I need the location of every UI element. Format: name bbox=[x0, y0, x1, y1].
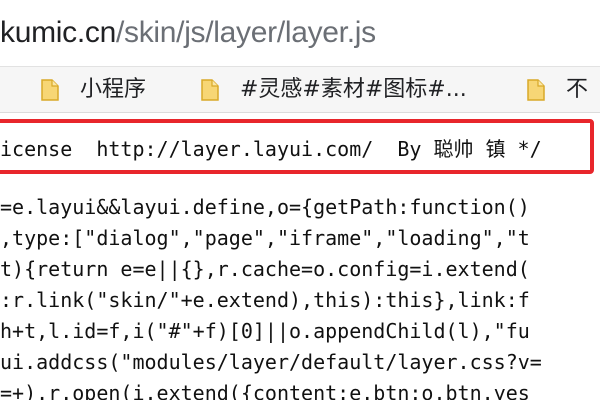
code-line: =e.layui&&layui.define,o={getPath:functi… bbox=[0, 195, 530, 219]
code-line: t){return e=e||{},r.cache=o.config=i.ext… bbox=[0, 257, 530, 281]
code-line: :r.link("skin/"+e.extend),this):this},li… bbox=[0, 288, 530, 312]
code-line: ,type:["dialog","page","iframe","loading… bbox=[0, 226, 530, 250]
url-text[interactable]: kumic.cn/skin/js/layer/layer.js bbox=[0, 14, 376, 52]
url-host: kumic.cn bbox=[0, 16, 116, 49]
browser-window: kumic.cn/skin/js/layer/layer.js 小程序 #灵感#… bbox=[0, 0, 600, 400]
bookmark-label: #灵感#素材#图标#... bbox=[240, 77, 467, 102]
url-path: /skin/js/layer/layer.js bbox=[115, 16, 376, 49]
bookmark-label: 不 bbox=[566, 77, 589, 102]
highlight-annotation-box bbox=[0, 119, 594, 174]
code-line: ui.addcss("modules/layer/default/layer.c… bbox=[0, 350, 542, 374]
bookmarks-bar: 小程序 #灵感#素材#图标#... 不 bbox=[0, 66, 600, 113]
code-line: =+).r.open(i.extend({content:e.btn:o.btn… bbox=[0, 381, 530, 400]
folder-icon bbox=[527, 79, 545, 101]
source-code-view: icense http://layer.layui.com/ By 聪帅 镇 *… bbox=[0, 112, 600, 400]
bookmark-label: 小程序 bbox=[80, 77, 147, 102]
folder-icon bbox=[41, 79, 59, 101]
address-bar[interactable]: kumic.cn/skin/js/layer/layer.js bbox=[0, 0, 600, 66]
folder-icon bbox=[201, 79, 219, 101]
code-line: h+t,l.id=f,i("#"+f)[0]||o.appendChild(l)… bbox=[0, 319, 530, 343]
bookmark-overflow-icon[interactable] bbox=[0, 79, 7, 101]
